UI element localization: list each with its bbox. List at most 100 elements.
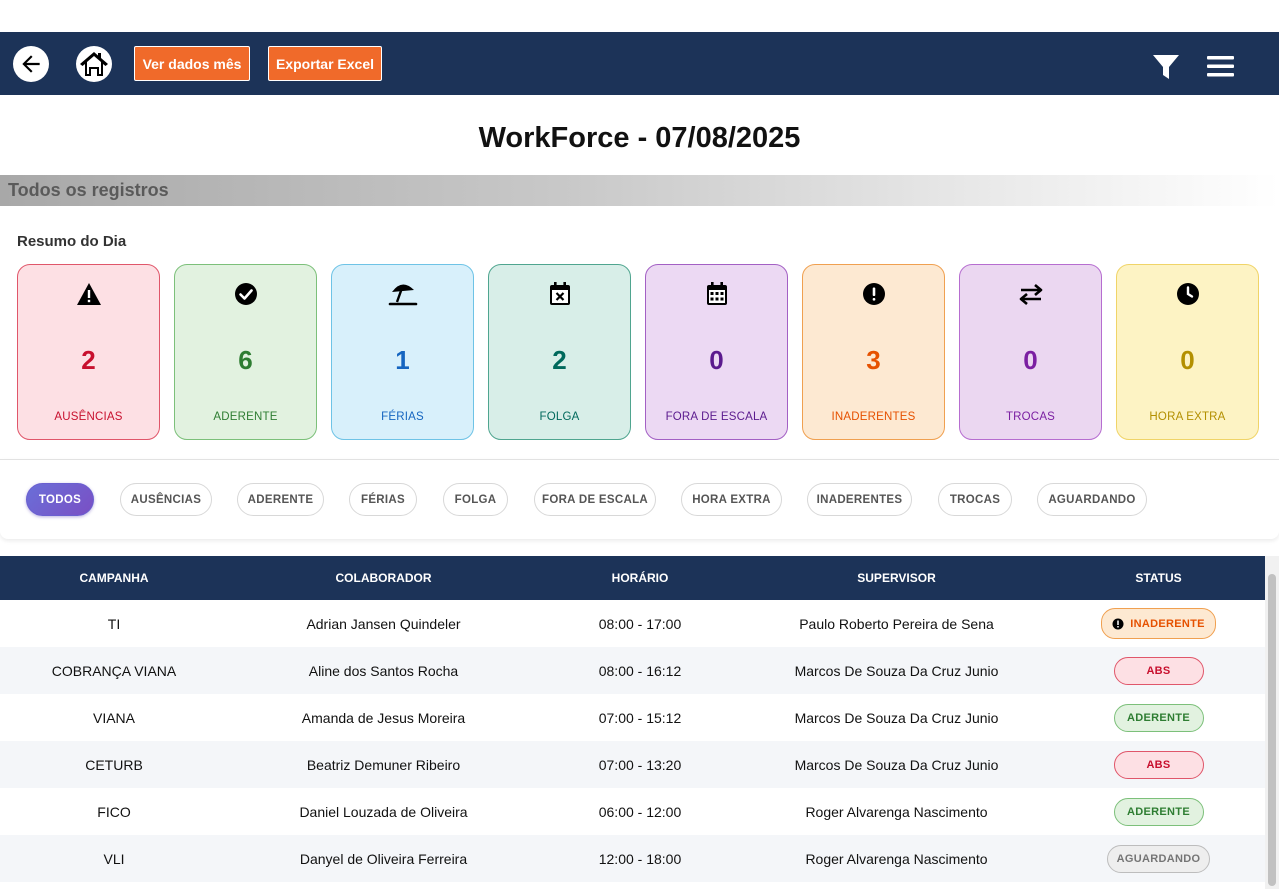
filter-aguardando[interactable]: AGUARDANDO [1037, 483, 1147, 516]
cell-horario: 07:00 - 13:20 [598, 756, 682, 773]
back-button[interactable] [13, 46, 49, 82]
card-label: FORA DE ESCALA [665, 411, 768, 423]
home-button[interactable] [76, 46, 112, 82]
filter-aderente[interactable]: ADERENTE [237, 483, 324, 516]
swap-icon [960, 282, 1101, 306]
check-circle-icon [175, 282, 316, 306]
card-value: 6 [238, 345, 253, 375]
clock-icon [1117, 282, 1258, 306]
status-badge: ABS [1113, 656, 1204, 685]
cell-status: ADERENTE [1052, 703, 1265, 732]
header-supervisor[interactable]: SUPERVISOR [741, 571, 1052, 585]
view-month-button[interactable]: Ver dados mês [134, 46, 250, 81]
cell-supervisor: Roger Alvarenga Nascimento [805, 850, 988, 867]
cell-status: ADERENTE [1052, 797, 1265, 826]
card-label: FÉRIAS [381, 411, 424, 423]
top-spacer [0, 0, 1279, 32]
cell-campanha: TI [107, 615, 121, 632]
card-value: 3 [866, 345, 881, 375]
cell-supervisor: Marcos De Souza Da Cruz Junio [794, 662, 999, 679]
cell-campanha: COBRANÇA VIANA [51, 662, 177, 679]
status-badge: AGUARDANDO [1107, 844, 1210, 873]
card-label: HORA EXTRA [1149, 411, 1226, 423]
table-row[interactable]: TI Adrian Jansen Quindeler 08:00 - 17:00… [0, 600, 1265, 647]
card-value: 0 [1180, 345, 1195, 375]
card-value: 1 [395, 345, 410, 375]
export-excel-button[interactable]: Exportar Excel [268, 46, 382, 81]
exclamation-circle-icon [803, 282, 944, 306]
filter-inaderentes[interactable]: INADERENTES [807, 483, 912, 516]
filter-fora-de-escala[interactable]: FORA DE ESCALA [534, 483, 656, 516]
header-horario[interactable]: HORÁRIO [539, 571, 741, 585]
card-folga[interactable]: 2 FOLGA [488, 264, 631, 440]
card-ferias[interactable]: 1 FÉRIAS [331, 264, 474, 440]
card-inaderentes[interactable]: 3 INADERENTES [802, 264, 945, 440]
card-label: INADERENTES [831, 411, 916, 423]
cell-campanha: VIANA [92, 709, 135, 726]
table-row[interactable]: VIANA Amanda de Jesus Moreira 07:00 - 15… [0, 694, 1265, 741]
cell-supervisor: Marcos De Souza Da Cruz Junio [794, 709, 999, 726]
section-header: Todos os registros [0, 175, 1279, 206]
status-badge: ADERENTE [1113, 703, 1204, 732]
filter-ausencias[interactable]: AUSÊNCIAS [120, 483, 212, 516]
card-label: FOLGA [539, 411, 580, 423]
filter-ferias[interactable]: FÉRIAS [349, 483, 417, 516]
cell-horario: 06:00 - 12:00 [598, 803, 682, 820]
cell-colaborador: Aline dos Santos Rocha [308, 662, 459, 679]
warning-icon [18, 282, 159, 306]
cell-supervisor: Paulo Roberto Pereira de Sena [799, 615, 994, 632]
cell-horario: 12:00 - 18:00 [598, 850, 682, 867]
status-badge: INADERENTE [1101, 608, 1216, 639]
filter-button[interactable] [1151, 52, 1181, 87]
card-value: 0 [709, 345, 724, 375]
calendar-icon [646, 282, 787, 306]
table-row[interactable]: COBRANÇA VIANA Aline dos Santos Rocha 08… [0, 647, 1265, 694]
cell-colaborador: Amanda de Jesus Moreira [301, 709, 466, 726]
filter-bar: TODOS AUSÊNCIAS ADERENTE FÉRIAS FOLGA FO… [0, 459, 1279, 539]
card-value: 2 [552, 345, 567, 375]
scrollbar[interactable] [1265, 556, 1279, 889]
header-campanha[interactable]: CAMPANHA [0, 571, 228, 585]
card-fora-de-escala[interactable]: 0 FORA DE ESCALA [645, 264, 788, 440]
status-badge: ADERENTE [1113, 797, 1204, 826]
table-row[interactable]: VLI Danyel de Oliveira Ferreira 12:00 - … [0, 835, 1265, 882]
card-label: AUSÊNCIAS [54, 411, 123, 423]
card-label: ADERENTE [213, 411, 278, 423]
card-ausencias[interactable]: 2 AUSÊNCIAS [17, 264, 160, 440]
status-text: INADERENTE [1130, 617, 1205, 630]
umbrella-beach-icon [332, 282, 473, 306]
summary-title: Resumo do Dia [17, 233, 127, 250]
card-label: TROCAS [1005, 411, 1056, 423]
filter-todos[interactable]: TODOS [26, 483, 94, 516]
table-row[interactable]: CETURB Beatriz Demuner Ribeiro 07:00 - 1… [0, 741, 1265, 788]
card-trocas[interactable]: 0 TROCAS [959, 264, 1102, 440]
scrollbar-thumb[interactable] [1268, 574, 1276, 886]
exclamation-circle-icon [1112, 618, 1124, 629]
filter-hora-extra[interactable]: HORA EXTRA [681, 483, 782, 516]
filter-icon [1153, 55, 1179, 79]
table-body: TI Adrian Jansen Quindeler 08:00 - 17:00… [0, 600, 1265, 882]
table-row[interactable]: FICO Daniel Louzada de Oliveira 06:00 - … [0, 788, 1265, 835]
card-value: 0 [1023, 345, 1038, 375]
table-header: CAMPANHA COLABORADOR HORÁRIO SUPERVISOR … [0, 556, 1265, 600]
cell-supervisor: Roger Alvarenga Nascimento [805, 803, 988, 820]
hamburger-menu-icon [1207, 56, 1234, 77]
card-aderente[interactable]: 6 ADERENTE [174, 264, 317, 440]
header-colaborador[interactable]: COLABORADOR [228, 571, 539, 585]
cell-campanha: VLI [103, 850, 125, 867]
page-title: WorkForce - 07/08/2025 [478, 122, 801, 154]
cell-colaborador: Daniel Louzada de Oliveira [299, 803, 468, 820]
cell-horario: 07:00 - 15:12 [598, 709, 682, 726]
filter-folga[interactable]: FOLGA [443, 483, 508, 516]
cell-horario: 08:00 - 16:12 [598, 662, 682, 679]
cell-campanha: CETURB [85, 756, 143, 773]
cell-campanha: FICO [97, 803, 131, 820]
card-hora-extra[interactable]: 0 HORA EXTRA [1116, 264, 1259, 440]
menu-button[interactable] [1207, 54, 1234, 83]
filter-trocas[interactable]: TROCAS [938, 483, 1012, 516]
cell-colaborador: Adrian Jansen Quindeler [306, 615, 461, 632]
cell-colaborador: Danyel de Oliveira Ferreira [299, 850, 468, 867]
home-icon [80, 52, 108, 76]
header-status[interactable]: STATUS [1052, 571, 1265, 585]
cell-horario: 08:00 - 17:00 [598, 615, 682, 632]
